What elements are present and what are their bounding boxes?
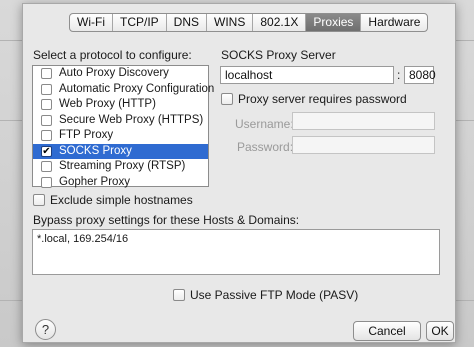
tab-proxies[interactable]: Proxies	[306, 14, 362, 31]
bypass-hosts-field[interactable]: *.local, 169.254/16	[32, 229, 440, 275]
checkbox[interactable]	[41, 68, 52, 79]
tab-bar: Wi-Fi TCP/IP DNS WINS 802.1X Proxies Har…	[69, 13, 429, 32]
tab-wins[interactable]: WINS	[207, 14, 254, 31]
exclude-simple-hostnames-label: Exclude simple hostnames	[50, 193, 193, 207]
protocol-list-heading: Select a protocol to configure:	[33, 48, 192, 62]
protocol-item-label: FTP Proxy	[59, 129, 114, 141]
checkbox[interactable]	[41, 114, 52, 126]
checkbox[interactable]	[41, 83, 52, 95]
exclude-simple-hostnames-checkbox[interactable]	[33, 194, 45, 206]
checkbox-checked[interactable]: ✔	[41, 145, 52, 157]
protocol-item-ftp-proxy[interactable]: FTP Proxy	[33, 128, 208, 144]
requires-password-checkbox[interactable]	[221, 93, 233, 105]
tab-hardware[interactable]: Hardware	[361, 14, 427, 31]
protocol-list[interactable]: Auto Proxy Discovery Automatic Proxy Con…	[32, 65, 214, 188]
protocol-item-label: SOCKS Proxy	[59, 144, 132, 157]
protocol-item-auto-config[interactable]: Automatic Proxy Configuration	[33, 82, 214, 98]
proxy-server-field[interactable]: localhost	[220, 66, 394, 84]
checkbox[interactable]	[41, 161, 52, 172]
protocol-item-label: Auto Proxy Discovery	[59, 67, 169, 79]
network-advanced-sheet: Wi-Fi TCP/IP DNS WINS 802.1X Proxies Har…	[22, 3, 456, 343]
protocol-item-socks-proxy[interactable]: ✔ SOCKS Proxy	[33, 143, 208, 159]
protocol-item-label: Secure Web Proxy (HTTPS)	[59, 113, 204, 126]
tab-dns[interactable]: DNS	[167, 14, 207, 31]
ok-button[interactable]: OK	[426, 321, 454, 341]
checkbox[interactable]	[41, 176, 52, 188]
protocol-item-label: Web Proxy (HTTP)	[59, 98, 156, 110]
help-button[interactable]: ?	[35, 319, 56, 340]
passive-ftp-checkbox[interactable]	[173, 289, 185, 301]
protocol-item-gopher-proxy[interactable]: Gopher Proxy	[33, 175, 208, 191]
proxy-port-field[interactable]: 8080	[404, 66, 436, 84]
username-field[interactable]	[292, 112, 435, 130]
protocol-item-web-proxy[interactable]: Web Proxy (HTTP)	[33, 97, 208, 113]
port-separator: :	[397, 68, 401, 82]
bypass-label: Bypass proxy settings for these Hosts & …	[33, 213, 300, 227]
protocol-item-secure-web-proxy[interactable]: Secure Web Proxy (HTTPS)	[33, 113, 208, 129]
passive-ftp-label: Use Passive FTP Mode (PASV)	[190, 288, 359, 302]
tab-tcpip[interactable]: TCP/IP	[113, 14, 167, 31]
checkbox[interactable]	[41, 130, 52, 141]
protocol-item-auto-discovery[interactable]: Auto Proxy Discovery	[33, 66, 208, 82]
cancel-button[interactable]: Cancel	[353, 321, 421, 341]
password-label: Password:	[237, 140, 294, 154]
protocol-item-label: Streaming Proxy (RTSP)	[59, 160, 186, 172]
protocol-item-streaming-proxy[interactable]: Streaming Proxy (RTSP)	[33, 159, 208, 175]
checkbox[interactable]	[41, 99, 52, 110]
socks-server-heading: SOCKS Proxy Server	[221, 48, 336, 62]
protocol-item-label: Automatic Proxy Configuration	[59, 82, 215, 95]
tab-8021x[interactable]: 802.1X	[253, 14, 307, 31]
requires-password-label: Proxy server requires password	[238, 92, 407, 106]
username-label: Username:	[235, 117, 294, 131]
tab-wifi[interactable]: Wi-Fi	[70, 14, 113, 31]
password-field[interactable]	[292, 136, 435, 154]
protocol-item-label: Gopher Proxy	[59, 175, 130, 188]
